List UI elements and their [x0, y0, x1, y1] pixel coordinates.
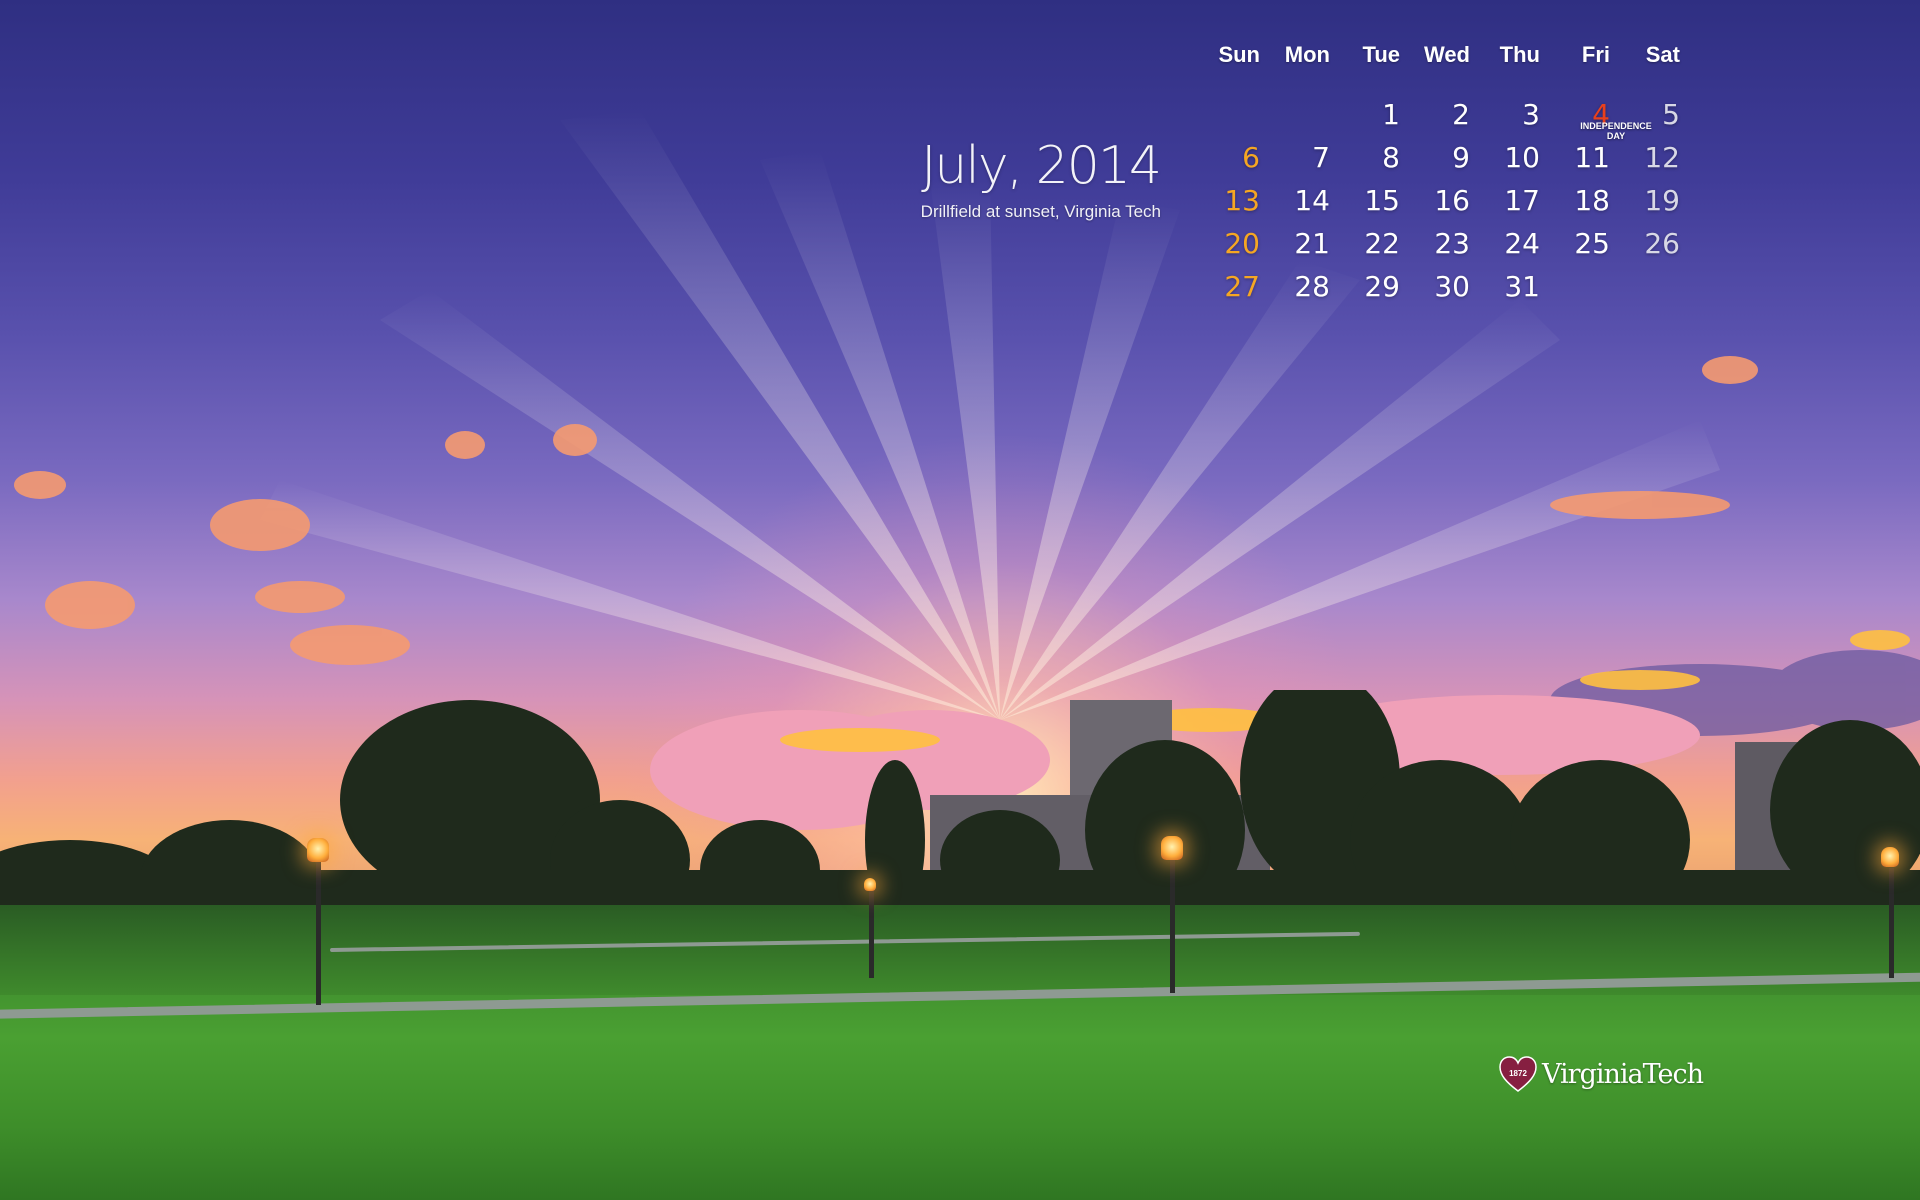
calendar-day: 21: [1294, 227, 1330, 260]
calendar-day: 19: [1644, 184, 1680, 217]
calendar-day: 14: [1294, 184, 1330, 217]
logo-year: 1872: [1509, 1069, 1527, 1078]
weekday-header: Wed: [1423, 42, 1470, 67]
calendar-day: 2: [1452, 98, 1470, 131]
month-title: July, 2014: [921, 136, 1162, 196]
weekday-header: Mon: [1284, 42, 1330, 67]
calendar-day: 7: [1312, 141, 1330, 174]
calendar-day: 27: [1224, 270, 1260, 303]
weekday-header: Fri: [1581, 42, 1610, 67]
calendar-day: 23: [1434, 227, 1470, 260]
calendar-day: 31: [1504, 270, 1540, 303]
weekday-header: Sat: [1645, 42, 1680, 67]
holiday-label: INDEPENDENCE DAY: [1580, 121, 1652, 141]
lamp-post: [1170, 858, 1175, 993]
calendar-day: 26: [1644, 227, 1680, 260]
calendar-day: 25: [1574, 227, 1610, 260]
lamp-light: [1881, 847, 1899, 867]
calendar-day: 10: [1504, 141, 1540, 174]
lamp-light: [864, 878, 876, 891]
photo-caption: Drillfield at sunset, Virginia Tech: [920, 202, 1161, 221]
calendar-day: 28: [1294, 270, 1330, 303]
weekday-header: Sun: [1218, 42, 1260, 67]
calendar-day: 18: [1574, 184, 1610, 217]
calendar-day: 6: [1242, 141, 1260, 174]
calendar-day: 9: [1452, 141, 1470, 174]
calendar-day: 20: [1224, 227, 1260, 260]
lamp-light: [1161, 836, 1183, 860]
calendar-day: 11: [1574, 141, 1610, 174]
weekday-header: Tue: [1362, 42, 1400, 67]
lamp-post: [316, 860, 321, 1005]
calendar-day: 1: [1382, 98, 1400, 131]
calendar-day: 22: [1364, 227, 1400, 260]
lamp-light: [307, 838, 329, 862]
lamp-post: [869, 888, 874, 978]
calendar-day: 16: [1434, 184, 1470, 217]
weekday-header: Thu: [1499, 42, 1540, 67]
calendar-day: 29: [1364, 270, 1400, 303]
calendar-day: 13: [1224, 184, 1260, 217]
calendar-day: 30: [1434, 270, 1470, 303]
logo-wordmark: VirginiaTech: [1542, 1058, 1704, 1090]
calendar-day: 3: [1522, 98, 1540, 131]
virginia-tech-logo: 1872 VirginiaTech: [1498, 1054, 1704, 1094]
calendar-grid: Sun Mon Tue Wed Thu Fri Sat 1 2 3 4 5 6 7 8 9 10 11 12 13 14…: [1198, 36, 1698, 316]
calendar-day: 17: [1504, 184, 1540, 217]
calendar-day: 8: [1382, 141, 1400, 174]
calendar-day: 12: [1644, 141, 1680, 174]
calendar-day: 24: [1504, 227, 1540, 260]
heart-icon: 1872: [1499, 1056, 1537, 1092]
tree-line: [0, 690, 1920, 930]
lamp-post: [1889, 868, 1894, 978]
calendar-day: 15: [1364, 184, 1400, 217]
